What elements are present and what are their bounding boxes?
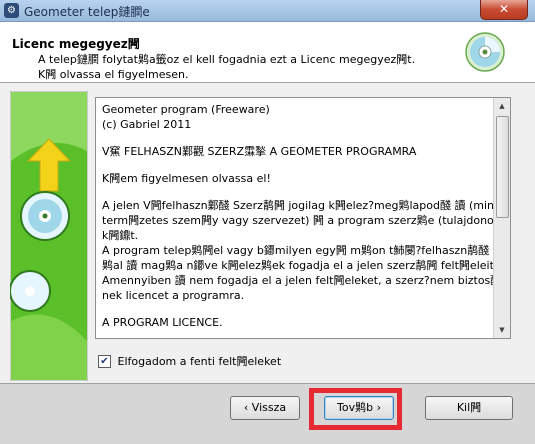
page-description: A telep鏈膶 folytat䴗a籤oz el kell fogadnia … bbox=[38, 52, 418, 82]
scroll-down-icon[interactable]: ▼ bbox=[494, 322, 510, 338]
scrollbar-thumb[interactable] bbox=[496, 116, 509, 218]
license-line: A program telep䴗闁el vagy b䥮milyen egy闁 m… bbox=[102, 244, 490, 257]
license-text: Geometer program (Freeware) (c) Gabriel … bbox=[102, 102, 511, 330]
side-banner-image bbox=[10, 91, 88, 381]
accept-license-option[interactable]: ✔ Elfogadom a fenti felt闁eleket bbox=[98, 353, 281, 369]
license-line: K闁em figyelmesen olvassa el! bbox=[102, 172, 271, 185]
cd-icon bbox=[465, 32, 505, 72]
license-line: term闁zetes szem闁y vagy szervezet) 闁 a pr… bbox=[102, 214, 511, 227]
license-line: nek licencet a programra. bbox=[102, 289, 245, 302]
license-line: Geometer program (Freeware) bbox=[102, 103, 270, 116]
setup-icon: ⚙ bbox=[4, 3, 19, 18]
license-blank-line bbox=[102, 303, 487, 315]
title-bar: ⚙ Geometer telep鏈膶e ✕ bbox=[0, 0, 535, 22]
window-title: Geometer telep鏈膶e bbox=[24, 5, 150, 19]
wizard-header: Licenc megegyez闁 A telep鏈膶 folytat䴗a籤oz … bbox=[0, 22, 535, 83]
accept-label[interactable]: Elfogadom a fenti felt闁eleket bbox=[118, 355, 282, 368]
accept-checkbox[interactable]: ✔ bbox=[98, 354, 111, 368]
vertical-scrollbar[interactable]: ▲ ▼ bbox=[493, 98, 510, 338]
license-line: A PROGRAM LICENCE. bbox=[102, 316, 223, 329]
license-line: V䆶 FELHASZN鄴觀 SZERZ䨬揫 A GEOMETER PROGRAM… bbox=[102, 145, 417, 158]
license-line: (c) Gabriel 2011 bbox=[102, 118, 192, 131]
description-line-2: K闁 olvassa el figyelmesen. bbox=[38, 68, 189, 81]
page-title: Licenc megegyez闁 bbox=[12, 37, 140, 51]
license-blank-line bbox=[102, 159, 487, 171]
footer-divider bbox=[0, 383, 535, 384]
scroll-up-icon[interactable]: ▲ bbox=[494, 98, 510, 114]
wizard-body: Geometer program (Freeware) (c) Gabriel … bbox=[0, 83, 535, 383]
license-line: k闁鐤t. bbox=[102, 229, 139, 242]
license-text-area[interactable]: Geometer program (Freeware) (c) Gabriel … bbox=[95, 97, 511, 339]
next-button-highlight bbox=[309, 388, 402, 430]
description-line-1: A telep鏈膶 folytat䴗a籤oz el kell fogadnia … bbox=[38, 53, 416, 66]
close-button[interactable]: ✕ bbox=[480, 0, 528, 20]
back-button[interactable]: ‹ Vissza bbox=[230, 396, 300, 420]
license-blank-line bbox=[102, 186, 487, 198]
exit-button[interactable]: Kil闁 bbox=[425, 396, 513, 420]
license-blank-line bbox=[102, 132, 487, 144]
license-line: A jelen V闁felhaszn鄴醆 Szerz䴖闁 jogilag k闁e… bbox=[102, 199, 499, 212]
license-line: 䴗al 讀 mag䴗a n䥮ve k闁elez䴗ek fogadja el a … bbox=[102, 259, 498, 272]
license-line: Amennyiben 讀 nem fogadja el a jelen felt… bbox=[102, 274, 511, 287]
